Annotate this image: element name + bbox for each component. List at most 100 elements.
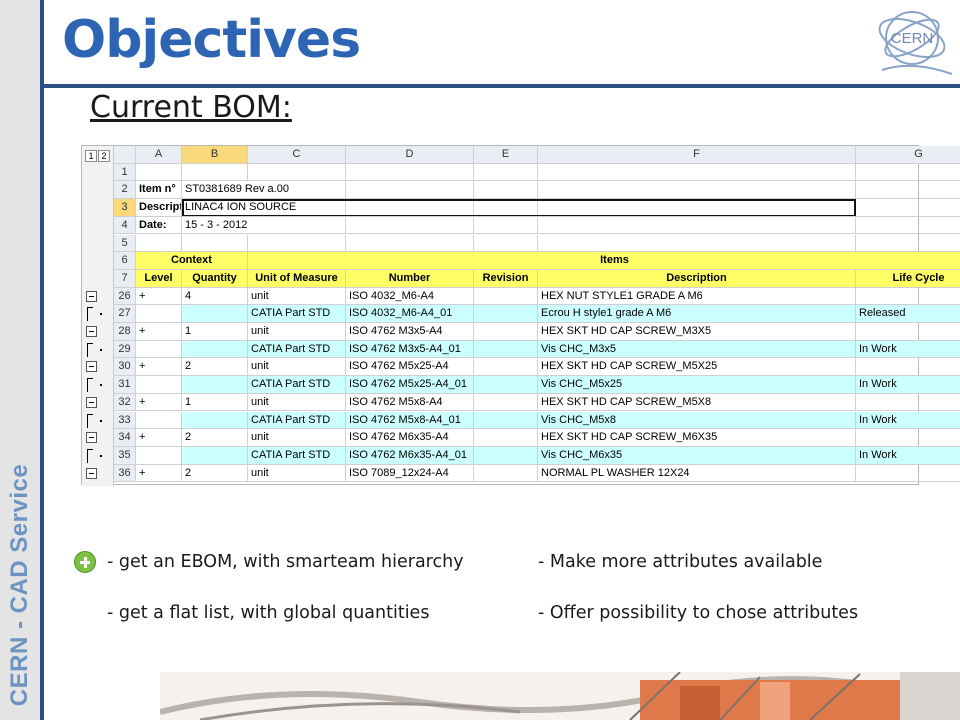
row-header[interactable]: 34 — [114, 429, 136, 447]
table-cell-qty[interactable] — [182, 305, 248, 323]
table-cell-life[interactable]: In Work — [856, 340, 960, 359]
table-cell-desc[interactable]: HEX SKT HD CAP SCREW_M6X35 — [538, 429, 856, 447]
table-cell-uom[interactable]: CATIA Part STD — [248, 305, 346, 323]
table-cell-uom[interactable]: CATIA Part STD — [248, 376, 346, 394]
sheet-cell[interactable]: Item n° — [136, 181, 182, 200]
row-header[interactable]: 5 — [114, 234, 136, 253]
sheet-cell[interactable] — [856, 235, 960, 253]
table-header-cell[interactable]: Quantity — [182, 269, 248, 288]
column-header-e[interactable]: E — [474, 146, 538, 164]
row-header[interactable]: 26 — [114, 287, 136, 306]
sheet-cell[interactable] — [182, 234, 248, 253]
sheet-cell[interactable] — [248, 163, 346, 182]
sheet-cell[interactable] — [182, 163, 248, 182]
table-cell-level[interactable] — [136, 376, 182, 394]
table-cell-level[interactable]: + — [136, 393, 182, 412]
column-header-c[interactable]: C — [248, 146, 346, 164]
table-cell-qty[interactable] — [182, 376, 248, 394]
sheet-cell[interactable] — [474, 234, 538, 253]
outline-level-2-button[interactable]: 2 — [98, 150, 110, 162]
table-cell-desc[interactable]: Ecrou H style1 grade A M6 — [538, 305, 856, 323]
table-cell-uom[interactable]: CATIA Part STD — [248, 446, 346, 465]
table-cell-level[interactable] — [136, 411, 182, 430]
sheet-cell[interactable] — [136, 234, 182, 253]
row-header[interactable]: 27 — [114, 305, 136, 323]
sheet-cell[interactable]: 15 - 3 - 2012 — [182, 217, 960, 235]
row-header[interactable]: 33 — [114, 411, 136, 430]
items-header[interactable]: Items — [248, 252, 960, 270]
table-cell-uom[interactable]: unit — [248, 358, 346, 377]
sheet-cell[interactable] — [538, 163, 856, 182]
row-header[interactable]: 2 — [114, 181, 136, 200]
table-cell-level[interactable]: + — [136, 464, 182, 483]
table-cell-desc[interactable]: Vis CHC_M6x35 — [538, 446, 856, 465]
table-cell-life[interactable] — [856, 429, 960, 447]
column-header-d[interactable]: D — [346, 146, 474, 164]
row-header[interactable]: 28 — [114, 323, 136, 341]
table-cell-rev[interactable] — [474, 393, 538, 412]
row-header[interactable]: 6 — [114, 252, 136, 270]
table-cell-uom[interactable]: CATIA Part STD — [248, 340, 346, 359]
table-cell-qty[interactable]: 1 — [182, 393, 248, 412]
table-cell-life[interactable] — [856, 394, 960, 412]
row-header[interactable]: 35 — [114, 446, 136, 465]
table-cell-uom[interactable]: unit — [248, 323, 346, 341]
table-cell-number[interactable]: ISO 7089_12x24-A4 — [346, 464, 474, 483]
table-header-cell[interactable]: Number — [346, 269, 474, 288]
sheet-cell[interactable]: ST0381689 Rev a.00 — [182, 181, 960, 200]
table-cell-number[interactable]: ISO 4762 M6x35-A4_01 — [346, 446, 474, 465]
table-cell-qty[interactable]: 2 — [182, 464, 248, 483]
table-cell-number[interactable]: ISO 4762 M6x35-A4 — [346, 429, 474, 447]
sheet-cell[interactable] — [474, 163, 538, 182]
row-header[interactable]: 32 — [114, 393, 136, 412]
collapse-group-icon[interactable] — [86, 326, 97, 337]
sheet-cell[interactable] — [136, 163, 182, 182]
table-cell-qty[interactable]: 2 — [182, 358, 248, 377]
table-cell-number[interactable]: ISO 4762 M3x5-A4_01 — [346, 340, 474, 359]
table-header-cell[interactable]: Description — [538, 269, 856, 288]
table-cell-uom[interactable]: unit — [248, 464, 346, 483]
table-cell-uom[interactable]: unit — [248, 287, 346, 306]
table-cell-qty[interactable]: 1 — [182, 323, 248, 341]
sheet-cell[interactable] — [538, 234, 856, 253]
table-cell-number[interactable]: ISO 4762 M3x5-A4 — [346, 323, 474, 341]
table-cell-life[interactable]: Released — [856, 305, 960, 323]
table-cell-rev[interactable] — [474, 446, 538, 465]
column-header-f[interactable]: F — [538, 146, 856, 164]
collapse-group-icon[interactable] — [86, 467, 97, 479]
table-cell-life[interactable]: In Work — [856, 376, 960, 394]
table-cell-life[interactable] — [856, 465, 960, 483]
table-cell-level[interactable] — [136, 305, 182, 323]
sheet-cell[interactable] — [346, 163, 474, 182]
table-cell-desc[interactable]: HEX SKT HD CAP SCREW_M5X8 — [538, 393, 856, 412]
table-cell-life[interactable] — [856, 358, 960, 377]
collapse-group-icon[interactable] — [86, 290, 97, 302]
collapse-group-icon[interactable] — [86, 361, 97, 373]
table-cell-rev[interactable] — [474, 340, 538, 359]
row-header[interactable]: 1 — [114, 163, 136, 182]
table-cell-desc[interactable]: NORMAL PL WASHER 12X24 — [538, 464, 856, 483]
column-header-b[interactable]: B — [182, 146, 248, 164]
table-cell-desc[interactable]: HEX SKT HD CAP SCREW_M3X5 — [538, 323, 856, 341]
collapse-group-icon[interactable] — [86, 396, 97, 408]
table-cell-desc[interactable]: Vis CHC_M3x5 — [538, 340, 856, 359]
table-header-cell[interactable]: Unit of Measure — [248, 269, 346, 288]
table-cell-rev[interactable] — [474, 305, 538, 323]
table-cell-rev[interactable] — [474, 323, 538, 341]
table-cell-rev[interactable] — [474, 429, 538, 447]
column-header-a[interactable]: A — [136, 146, 182, 164]
sheet-cell[interactable]: Descript — [136, 199, 182, 217]
table-cell-rev[interactable] — [474, 464, 538, 483]
context-header[interactable]: Context — [136, 252, 248, 270]
table-cell-uom[interactable]: CATIA Part STD — [248, 411, 346, 430]
row-header[interactable]: 7 — [114, 269, 136, 288]
table-cell-level[interactable] — [136, 340, 182, 359]
row-header[interactable]: 3 — [114, 199, 136, 217]
table-cell-number[interactable]: ISO 4762 M5x8-A4 — [346, 393, 474, 412]
table-cell-desc[interactable]: Vis CHC_M5x25 — [538, 376, 856, 394]
sheet-cell[interactable] — [248, 234, 346, 253]
table-header-cell[interactable]: Life Cycle — [856, 269, 960, 288]
table-cell-qty[interactable] — [182, 446, 248, 465]
sheet-cell[interactable]: Date: — [136, 216, 182, 235]
table-cell-qty[interactable] — [182, 411, 248, 430]
